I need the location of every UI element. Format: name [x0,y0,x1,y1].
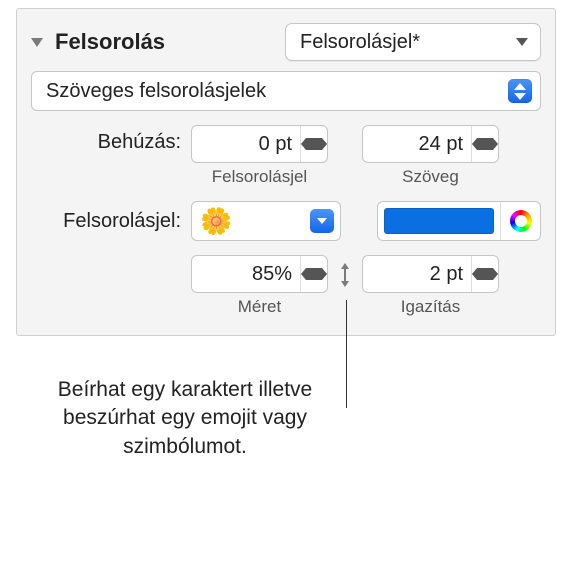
chevron-up-icon [472,126,498,144]
stepper-up[interactable] [472,126,498,144]
text-indent-value: 24 pt [375,133,471,156]
bullet-indent-sublabel: Felsorolásjel [212,167,307,187]
chevron-down-icon [301,274,327,292]
align-group: 2 pt Igazítás [362,255,499,317]
header-row: Felsorolás Felsorolásjel* [31,23,541,61]
bullet-type-value: Szöveges felsorolásjelek [46,80,508,103]
bullet-indent-group: 0 pt Felsorolásjel [191,125,328,187]
stepper-down[interactable] [301,144,327,162]
callout-leader-line [346,300,347,408]
chevron-up-icon [514,83,526,90]
callout: Beírhat egy karaktert illetve beszúrhat … [0,376,572,461]
size-group: 85% Méret [191,255,328,317]
bullet-type-row: Szöveges felsorolásjelek [31,71,541,111]
size-field[interactable]: 85% [191,255,328,293]
stepper-down[interactable] [301,274,327,292]
align-field[interactable]: 2 pt [362,255,499,293]
bullet-indent-value: 0 pt [204,133,300,156]
bullets-panel: Felsorolás Felsorolásjel* Szöveges felso… [16,8,556,336]
list-style-value: Felsorolásjel* [300,31,506,54]
bullet-type-popup[interactable]: Szöveges felsorolásjelek [31,71,541,111]
stepper-up[interactable] [301,256,327,274]
align-sublabel: Igazítás [401,297,461,317]
color-swatch [384,208,494,234]
vertical-align-icon [328,255,362,289]
text-indent-group: 24 pt Szöveg [362,125,499,187]
chevron-down-icon [301,144,327,162]
bullet-indent-field[interactable]: 0 pt [191,125,328,163]
color-picker-button[interactable] [500,202,540,240]
popup-indicator [508,79,532,103]
bullet-glyph-value: 🌼 [200,208,310,234]
chevron-up-icon [301,126,327,144]
color-wheel-icon [510,210,532,232]
list-style-popup[interactable]: Felsorolásjel* [285,23,541,61]
chevron-up-icon [301,256,327,274]
stepper-up[interactable] [472,256,498,274]
disclosure-triangle[interactable] [31,38,43,47]
chevron-down-icon [514,93,526,100]
bullet-glyph-label: Felsorolásjel: [31,210,191,233]
size-sublabel: Méret [238,297,281,317]
chevron-down-icon [317,218,327,224]
stepper-down[interactable] [472,274,498,292]
align-value: 2 pt [375,263,471,286]
stepper-up[interactable] [301,126,327,144]
text-indent-sublabel: Szöveg [402,167,459,187]
size-align-row: 85% Méret 2 pt I [31,255,541,317]
bullet-glyph-popup-button[interactable] [310,209,334,233]
bullet-color-well[interactable] [377,201,541,241]
bullet-glyph-field[interactable]: 🌼 [191,201,341,241]
chevron-down-icon [516,38,528,46]
chevron-down-icon [472,274,498,292]
chevron-down-icon [472,144,498,162]
callout-text: Beírhat egy karaktert illetve beszúrhat … [20,376,350,461]
chevron-up-icon [472,256,498,274]
indent-row: Behúzás: 0 pt Felsorolásjel 24 pt Szöveg [31,125,541,187]
stepper-down[interactable] [472,144,498,162]
size-value: 85% [204,263,300,286]
indent-label: Behúzás: [31,125,191,154]
text-indent-field[interactable]: 24 pt [362,125,499,163]
section-title: Felsorolás [55,29,285,55]
bullet-glyph-row: Felsorolásjel: 🌼 [31,201,541,241]
